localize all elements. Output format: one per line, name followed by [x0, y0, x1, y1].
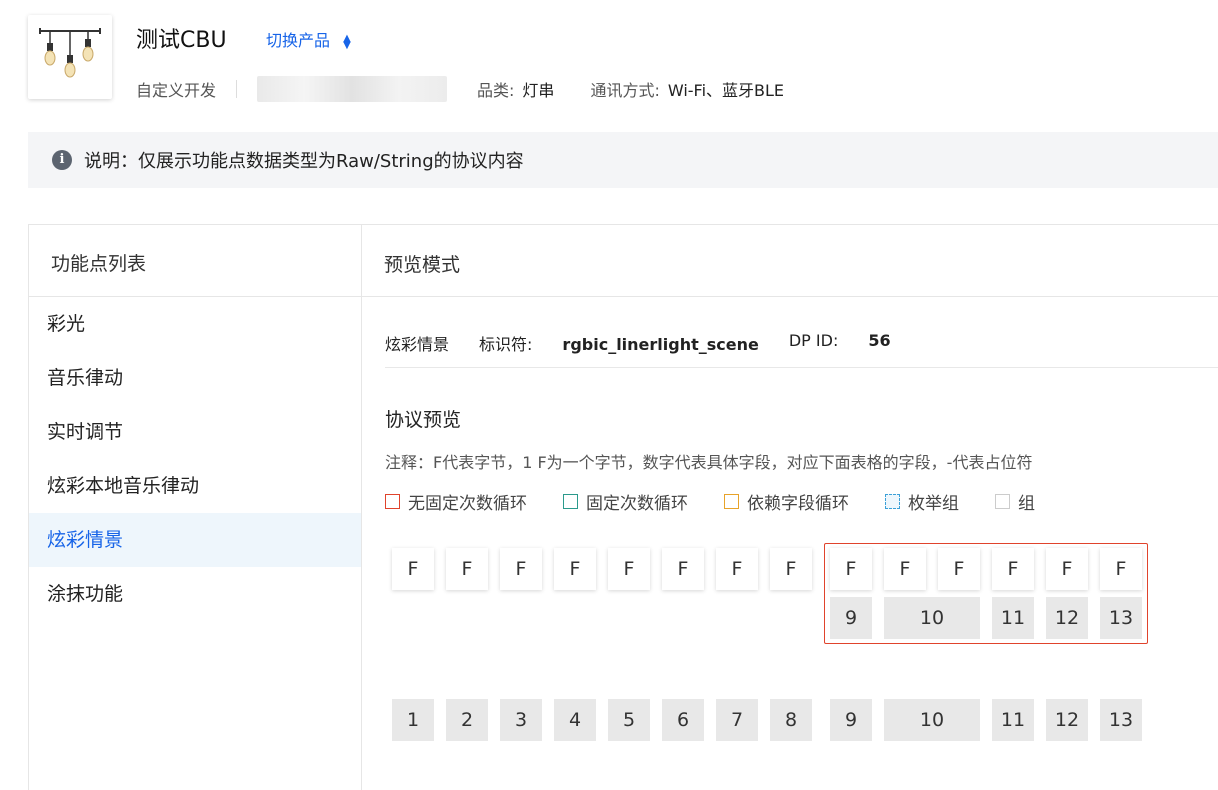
field-cell: 4	[554, 699, 596, 741]
byte-cell: F	[554, 548, 596, 590]
byte-cell: F	[446, 548, 488, 590]
product-meta: 自定义开发 品类: 灯串 通讯方式: Wi-Fi、蓝牙BLE	[136, 76, 820, 102]
dp-list-title: 功能点列表	[29, 225, 361, 297]
masked-product-id	[257, 76, 448, 102]
byte-cell: F	[884, 548, 926, 590]
dp-item-scene[interactable]: 炫彩情景	[29, 513, 361, 567]
field-cell: 11	[992, 699, 1034, 741]
legend-swatch-red	[385, 494, 400, 509]
byte-cell: F	[830, 548, 872, 590]
legend-swatch-gray	[995, 494, 1010, 509]
preview-title: 预览模式	[362, 225, 1218, 297]
dpid-label: DP ID:	[788, 331, 839, 350]
product-name: 测试CBU	[136, 28, 227, 53]
loop-field-cell: 9	[830, 597, 872, 639]
dpid-value: 56	[868, 331, 891, 350]
legend-label: 组	[1018, 494, 1035, 514]
byte-cell: F	[1046, 548, 1088, 590]
loop-field-cell: 10	[884, 597, 980, 639]
legend-label: 无固定次数循环	[408, 494, 527, 514]
switch-product-label: 切换产品	[266, 31, 331, 50]
preview-panel: 预览模式 炫彩情景 标识符: rgbic_linerlight_scene DP …	[362, 225, 1218, 790]
field-cell: 5	[608, 699, 650, 741]
byte-cell: F	[608, 548, 650, 590]
switch-product-button[interactable]: 切换产品 ▲ ▼	[266, 27, 351, 51]
legend-item: 依赖字段循环	[724, 489, 849, 514]
category-value: 灯串	[522, 81, 555, 100]
field-cell: 3	[500, 699, 542, 741]
info-icon: i	[52, 150, 72, 170]
comm-method: 通讯方式: Wi-Fi、蓝牙BLE	[590, 77, 784, 101]
loop-field-cell: 11	[992, 597, 1034, 639]
legend-swatch-orange	[724, 494, 739, 509]
byte-cell: F	[1100, 548, 1142, 590]
field-cell: 8	[770, 699, 812, 741]
dp-item-local-music[interactable]: 炫彩本地音乐律动	[29, 459, 361, 513]
divider	[236, 80, 238, 98]
legend-label: 依赖字段循环	[747, 494, 849, 514]
legend-item: 无固定次数循环	[385, 489, 527, 514]
divider	[385, 367, 1218, 368]
dp-identifier: 标识符: rgbic_linerlight_scene	[479, 331, 759, 355]
byte-cell: F	[662, 548, 704, 590]
legend: 无固定次数循环 固定次数循环 依赖字段循环 枚举组 组	[385, 489, 1071, 514]
dp-item-music-rhythm[interactable]: 音乐律动	[29, 351, 361, 405]
identifier-label: 标识符:	[479, 335, 533, 354]
dp-list-panel: 功能点列表 彩光 音乐律动 实时调节 炫彩本地音乐律动 炫彩情景 涂抹功能	[29, 225, 362, 790]
field-cell: 12	[1046, 699, 1088, 741]
byte-cell: F	[500, 548, 542, 590]
legend-swatch-teal	[563, 494, 578, 509]
dp-item-realtime-adjust[interactable]: 实时调节	[29, 405, 361, 459]
byte-cell: F	[770, 548, 812, 590]
field-cell: 6	[662, 699, 704, 741]
dp-id: DP ID: 56	[789, 331, 891, 355]
dp-list: 彩光 音乐律动 实时调节 炫彩本地音乐律动 炫彩情景 涂抹功能	[29, 297, 361, 621]
byte-cell: F	[938, 548, 980, 590]
product-image	[28, 15, 112, 99]
byte-cell: F	[716, 548, 758, 590]
byte-cell: F	[992, 548, 1034, 590]
legend-label: 固定次数循环	[586, 494, 688, 514]
legend-item: 枚举组	[885, 489, 959, 514]
category-label: 品类:	[477, 81, 515, 100]
dp-item-caiguang[interactable]: 彩光	[29, 297, 361, 351]
dp-item-smear[interactable]: 涂抹功能	[29, 567, 361, 621]
loop-field-cell: 13	[1100, 597, 1142, 639]
sort-arrows-icon: ▲ ▼	[343, 32, 351, 51]
dev-type: 自定义开发	[136, 81, 217, 100]
identifier-value: rgbic_linerlight_scene	[562, 335, 759, 354]
field-cell: 13	[1100, 699, 1142, 741]
protocol-preview-title: 协议预览	[385, 409, 462, 431]
comm-value: Wi-Fi、蓝牙BLE	[667, 81, 785, 100]
category: 品类: 灯串	[477, 77, 554, 101]
dp-name: 炫彩情景	[385, 335, 450, 354]
legend-item: 组	[995, 489, 1035, 514]
dp-panels: 功能点列表 彩光 音乐律动 实时调节 炫彩本地音乐律动 炫彩情景 涂抹功能 预览…	[28, 224, 1218, 790]
field-cell: 9	[830, 699, 872, 741]
field-cell: 7	[716, 699, 758, 741]
legend-item: 固定次数循环	[563, 489, 688, 514]
loop-field-cell: 12	[1046, 597, 1088, 639]
product-header: 测试CBU 切换产品 ▲ ▼ 自定义开发 品类: 灯串 通讯方式: Wi-Fi、蓝牙B…	[0, 0, 1218, 120]
comm-label: 通讯方式:	[590, 81, 660, 100]
legend-label: 枚举组	[908, 494, 959, 514]
byte-cell: F	[392, 548, 434, 590]
protocol-note: 注释：F代表字节，1 F为一个字节，数字代表具体字段，对应下面表格的字段，-代表…	[385, 453, 1033, 472]
field-cell: 1	[392, 699, 434, 741]
field-cell: 10	[884, 699, 980, 741]
dp-info: 炫彩情景 标识符: rgbic_linerlight_scene DP ID: 56	[385, 331, 921, 355]
field-cell: 2	[446, 699, 488, 741]
notice-bar: i 说明：仅展示功能点数据类型为Raw/String的协议内容	[28, 132, 1218, 188]
notice-text: 说明：仅展示功能点数据类型为Raw/String的协议内容	[84, 151, 524, 172]
legend-swatch-blue-dashed	[885, 494, 900, 509]
string-light-icon	[39, 28, 101, 78]
